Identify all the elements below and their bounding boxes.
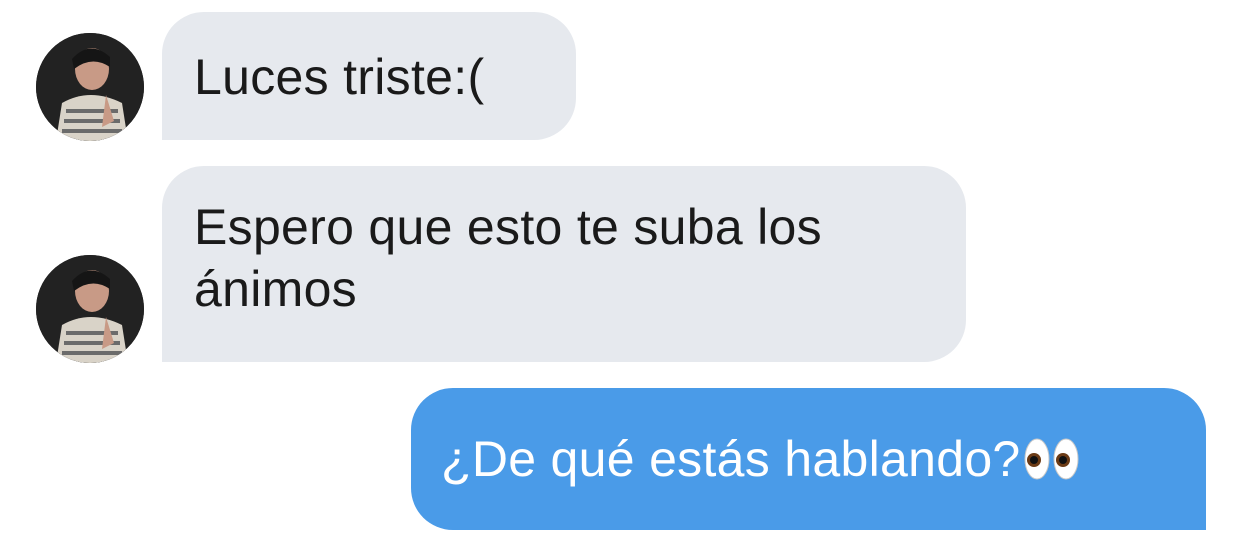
sender-avatar[interactable] <box>36 255 144 363</box>
message-bubble-incoming[interactable]: Espero que esto te suba los ánimos <box>162 166 966 362</box>
message-bubble-outgoing[interactable]: ¿De qué estás hablando? <box>411 388 1206 530</box>
message-text: Espero que esto te suba los ánimos <box>194 199 822 317</box>
message-text: Luces triste:( <box>194 49 485 105</box>
message-bubble-incoming[interactable]: Luces triste:( <box>162 12 576 140</box>
sender-avatar[interactable] <box>36 33 144 141</box>
eyes-emoji-icon <box>1023 434 1081 496</box>
message-text: ¿De qué estás hablando? <box>441 431 1021 487</box>
